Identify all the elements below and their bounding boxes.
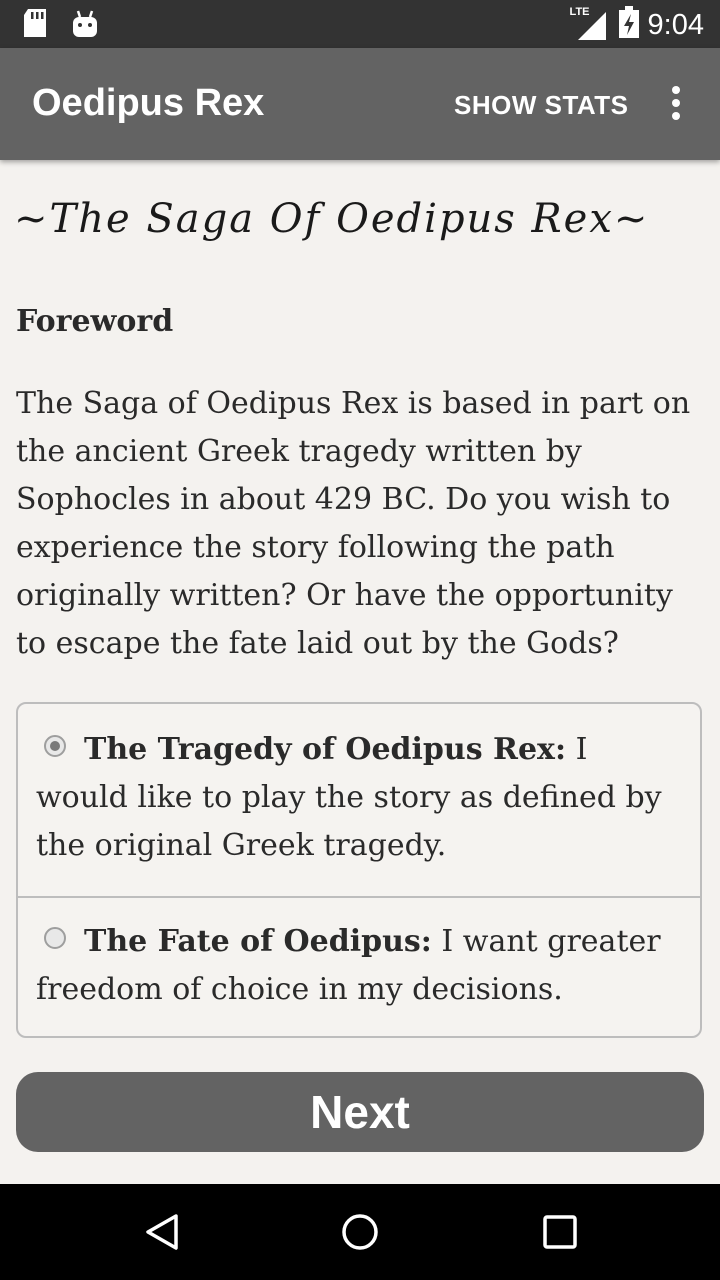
lte-signal-icon: LTE <box>570 6 610 42</box>
foreword-heading: Foreword <box>16 304 174 339</box>
recents-icon[interactable] <box>542 1212 578 1256</box>
status-bar: LTE 9:04 <box>0 0 720 48</box>
radio-selected-icon[interactable] <box>44 735 66 757</box>
choice-title: The Tragedy of Oedipus Rex: <box>84 732 567 767</box>
back-icon[interactable] <box>142 1212 182 1256</box>
choice-fate[interactable]: The Fate of Oedipus: I want greater free… <box>18 918 700 1014</box>
intro-text: The Saga of Oedipus Rex is based in part… <box>16 386 691 661</box>
choice-title: The Fate of Oedipus: <box>84 924 432 959</box>
overflow-menu-icon[interactable] <box>668 86 684 126</box>
nav-bar <box>0 1184 720 1280</box>
next-button[interactable]: Next <box>16 1072 704 1152</box>
app-bar: Oedipus Rex SHOW STATS <box>0 48 720 160</box>
saga-title: ~The Saga Of Oedipus Rex~ <box>14 196 650 242</box>
status-time: 9:04 <box>647 8 704 41</box>
sd-card-icon <box>22 9 48 43</box>
show-stats-button[interactable]: SHOW STATS <box>454 90 628 121</box>
battery-charging-icon <box>618 6 640 44</box>
radio-unselected-icon[interactable] <box>44 927 66 949</box>
home-icon[interactable] <box>340 1212 380 1256</box>
choice-tragedy[interactable]: The Tragedy of Oedipus Rex: I would like… <box>18 726 700 870</box>
divider <box>18 896 700 898</box>
choice-group: The Tragedy of Oedipus Rex: I would like… <box>16 702 702 1038</box>
android-icon <box>72 9 98 43</box>
app-title: Oedipus Rex <box>32 82 265 124</box>
